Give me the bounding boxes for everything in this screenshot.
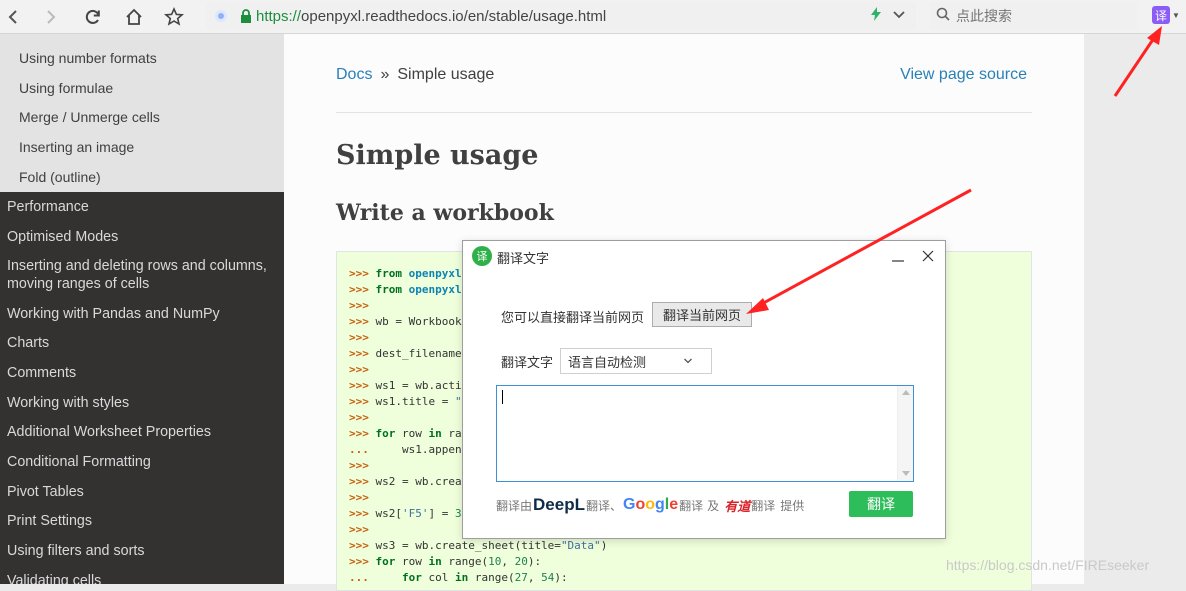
browser-toolbar: https://openpyxl.readthedocs.io/en/stabl…: [0, 0, 1186, 34]
sidebar-subitem-number-formats[interactable]: Using number formats: [0, 44, 284, 74]
back-icon[interactable]: [0, 3, 28, 31]
url-host: openpyxl.readthedocs.io: [301, 7, 464, 25]
section-heading: Write a workbook: [336, 200, 554, 226]
language-select[interactable]: 语言自动检测: [560, 348, 712, 374]
translate-button[interactable]: 翻译: [849, 491, 913, 517]
code-line: >>> for row in range(10, 20):: [349, 555, 542, 568]
star-icon[interactable]: [160, 3, 188, 31]
sidebar-item-pandas[interactable]: Working with Pandas and NumPy: [0, 299, 284, 329]
search-box[interactable]: [930, 2, 1137, 30]
dialog-titlebar[interactable]: 译 翻译文字: [463, 241, 945, 271]
url-path: /en/stable/usage.html: [463, 7, 607, 25]
home-icon[interactable]: [120, 3, 148, 31]
translate-logo-icon: 译: [472, 246, 492, 266]
sidebar-subitem-formulae[interactable]: Using formulae: [0, 74, 284, 104]
sidebar-item-conditional-formatting[interactable]: Conditional Formatting: [0, 447, 284, 477]
sidebar-item-performance[interactable]: Performance: [0, 192, 284, 222]
translate-text-label: 翻译文字: [501, 356, 554, 371]
sidebar-item-optimised-modes[interactable]: Optimised Modes: [0, 222, 284, 252]
sidebar-item-filters-sorts[interactable]: Using filters and sorts: [0, 536, 284, 566]
youdao-logo: 有道: [724, 499, 751, 515]
sidebar-item-pivot-tables[interactable]: Pivot Tables: [0, 477, 284, 507]
sidebar-item-print-settings[interactable]: Print Settings: [0, 507, 284, 537]
sidebar-item-inserting-deleting[interactable]: Inserting and deleting rows and columns,…: [0, 252, 284, 299]
chevron-down-icon[interactable]: [892, 7, 906, 25]
url-scheme: https://: [256, 7, 302, 25]
sidebar-sublist: Using number formats Using formulae Merg…: [0, 34, 284, 193]
google-logo: Google: [623, 496, 679, 513]
breadcrumb-separator: »: [380, 66, 390, 83]
provider-and: 及: [707, 498, 720, 513]
translate-dialog: 译 翻译文字 您可以直接翻译当前网页 翻译当前网页 翻译文字 语言自动检测 翻译…: [462, 240, 946, 539]
lightning-icon[interactable]: [870, 6, 882, 26]
search-input[interactable]: [956, 8, 1126, 24]
sidebar-subitem-image[interactable]: Inserting an image: [0, 133, 284, 163]
sidebar-nav: Using number formats Using formulae Merg…: [0, 34, 284, 584]
divider: [336, 112, 1032, 113]
sidebar-item-validating-cells[interactable]: Validating cells: [0, 566, 284, 584]
breadcrumb-current: Simple usage: [397, 66, 495, 83]
sidebar-subitem-partial[interactable]: [0, 34, 284, 44]
address-bar[interactable]: https://openpyxl.readthedocs.io/en/stabl…: [206, 2, 916, 30]
chevron-down-icon: [683, 355, 693, 370]
minimize-icon: [892, 260, 904, 262]
translate-page-button[interactable]: 翻译当前网页: [652, 302, 752, 327]
search-icon: [936, 7, 950, 26]
sidebar-item-worksheet-properties[interactable]: Additional Worksheet Properties: [0, 418, 284, 448]
sidebar-item-styles[interactable]: Working with styles: [0, 388, 284, 418]
site-info-icon[interactable]: [206, 9, 236, 23]
breadcrumb: Docs » Simple usage: [336, 66, 494, 84]
lock-icon: [236, 9, 256, 23]
page-title: Simple usage: [336, 140, 539, 171]
translate-textarea[interactable]: [496, 385, 914, 482]
provider-note: 翻译由 DeepL 翻译、 Google 翻译 及 有道 翻译 提供: [496, 495, 804, 515]
caret-down-icon: ▼: [1172, 10, 1180, 20]
breadcrumb-docs-link[interactable]: Docs: [336, 66, 372, 84]
close-icon: [922, 250, 934, 262]
text-cursor: [502, 390, 503, 404]
sidebar-subitem-merge-cells[interactable]: Merge / Unmerge cells: [0, 103, 284, 133]
view-source-link[interactable]: View page source: [900, 66, 1027, 84]
minimize-button[interactable]: [887, 245, 909, 267]
provider-deepl-translate: 翻译、: [585, 498, 622, 513]
scroll-up-icon[interactable]: [902, 390, 910, 395]
translate-extension-button[interactable]: 译 ▼: [1152, 6, 1180, 24]
provider-prefix: 翻译由: [496, 498, 533, 513]
deepl-logo: DeepL: [533, 495, 585, 514]
reload-icon[interactable]: [79, 3, 107, 31]
watermark: https://blog.csdn.net/FIREseeker: [946, 557, 1150, 573]
language-select-value: 语言自动检测: [568, 355, 647, 371]
url-text: https://openpyxl.readthedocs.io/en/stabl…: [256, 8, 606, 25]
provider-suffix: 提供: [780, 498, 805, 513]
page-background: [1084, 34, 1186, 584]
close-button[interactable]: [917, 245, 939, 267]
code-line: >>> ws3 = wb.create_sheet(title="Data"): [349, 539, 608, 552]
dialog-title: 翻译文字: [497, 252, 550, 267]
sidebar-item-comments[interactable]: Comments: [0, 358, 284, 388]
scroll-down-icon[interactable]: [902, 471, 910, 476]
provider-youdao-translate: 翻译: [751, 498, 776, 513]
sidebar-item-charts[interactable]: Charts: [0, 329, 284, 359]
translate-extension-icon: 译: [1152, 6, 1170, 24]
forward-icon[interactable]: [36, 3, 64, 31]
page-translate-hint: 您可以直接翻译当前网页: [501, 311, 645, 326]
provider-google-translate: 翻译: [679, 498, 704, 513]
sidebar-subitem-fold[interactable]: Fold (outline): [0, 163, 284, 193]
textarea-scrollbar[interactable]: [897, 386, 913, 481]
